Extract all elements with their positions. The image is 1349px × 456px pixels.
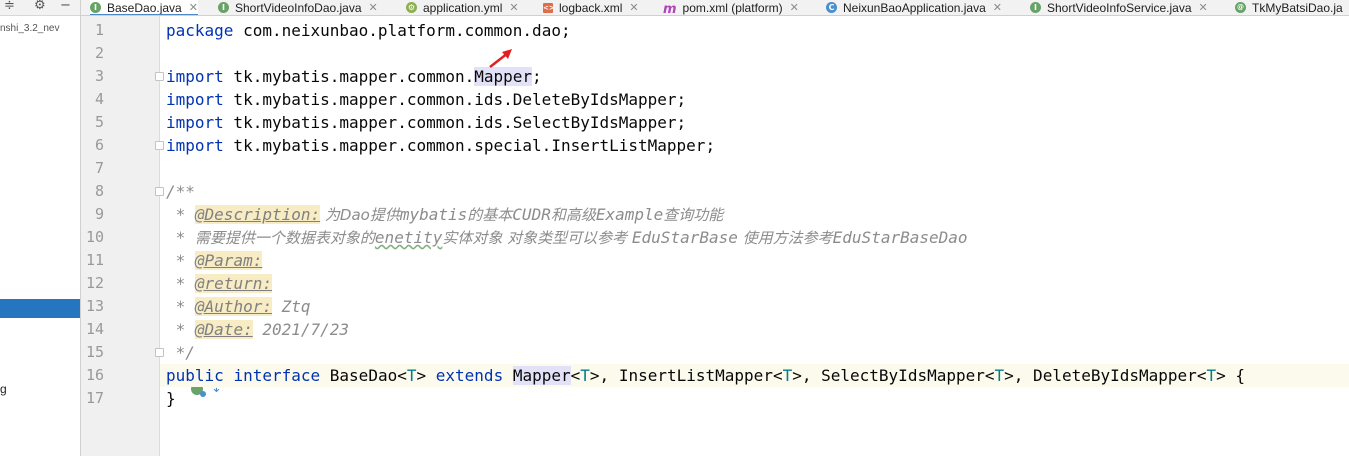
- tab-label: BaseDao.java: [107, 0, 182, 15]
- code-line-15: */: [166, 343, 195, 362]
- project-toolbar: ≑ ⚙ −: [0, 0, 80, 16]
- line-number: 16: [85, 366, 104, 384]
- line-number: 17: [85, 389, 104, 407]
- code-line-9: * @Description: 为Dao提供mybatis的基本CUDR和高级E…: [166, 205, 724, 224]
- line-number: 7: [94, 159, 104, 177]
- tab-label: TkMyBatsiDao.ja: [1252, 0, 1343, 15]
- close-icon[interactable]: ✕: [369, 1, 378, 14]
- line-number: 9: [94, 205, 104, 223]
- gear-icon[interactable]: ⚙: [34, 0, 46, 13]
- code-line-13: * @Author: Ztq: [166, 297, 311, 316]
- project-panel: ≑ ⚙ − nshi_3.2_nev g: [0, 0, 81, 456]
- project-tree-item-fragment[interactable]: g: [0, 382, 7, 396]
- line-number: 14: [85, 320, 104, 338]
- line-number: 2: [94, 44, 104, 62]
- code-line-3: import tk.mybatis.mapper.common.Mapper;: [166, 67, 542, 86]
- code-editor[interactable]: package com.neixunbao.platform.common.da…: [160, 16, 1349, 456]
- project-tree-item[interactable]: nshi_3.2_nev: [0, 23, 60, 34]
- interface-icon: I: [90, 2, 101, 13]
- tab-label: pom.xml (platform): [682, 0, 783, 15]
- collapse-icon[interactable]: ≑: [4, 0, 15, 13]
- code-line-8: /**: [166, 182, 195, 201]
- tab-pom-xml[interactable]: m pom.xml (platform) ✕: [663, 0, 799, 16]
- yaml-icon: ⚙: [406, 2, 417, 13]
- code-line-12: * @return:: [166, 274, 272, 293]
- annotation-arrow-icon: [489, 49, 512, 68]
- line-number: 12: [85, 274, 104, 292]
- tab-label: application.yml: [423, 0, 503, 15]
- editor-gutter[interactable]: 1 2 3 4 5 6 7 8 9 10 11 12 13 14 15 16 1…: [81, 16, 222, 456]
- tab-shortvideoinfodao[interactable]: I ShortVideoInfoDao.java ✕: [218, 0, 378, 15]
- minimize-icon[interactable]: −: [60, 0, 71, 13]
- code-line-4: import tk.mybatis.mapper.common.ids.Dele…: [166, 90, 687, 109]
- tab-application-yml[interactable]: ⚙ application.yml ✕: [406, 0, 519, 15]
- editor-tab-bar: I BaseDao.java ✕ I ShortVideoInfoDao.jav…: [81, 0, 1349, 16]
- close-icon[interactable]: ✕: [993, 1, 1002, 14]
- code-line-11: * @Param:: [166, 251, 263, 270]
- tab-label: ShortVideoInfoDao.java: [235, 0, 362, 15]
- code-line-10: * 需要提供一个数据表对象的enetity实体对象 对象类型可以参考 EduSt…: [166, 228, 968, 247]
- tab-logback-xml[interactable]: <> logback.xml ✕: [543, 0, 639, 15]
- tab-label: NeixunBaoApplication.java: [843, 0, 986, 15]
- line-number: 10: [85, 228, 104, 246]
- tab-neixunbaoapplication[interactable]: C NeixunBaoApplication.java ✕: [826, 0, 1002, 15]
- tab-label: ShortVideoInfoService.java: [1047, 0, 1192, 15]
- project-tree-selected-row[interactable]: [0, 299, 80, 318]
- code-line-1: package com.neixunbao.platform.common.da…: [166, 21, 571, 40]
- line-number: 15: [85, 343, 104, 361]
- line-number: 5: [94, 113, 104, 131]
- code-line-16: public interface BaseDao<T> extends Mapp…: [166, 366, 1245, 385]
- code-line-5: import tk.mybatis.mapper.common.ids.Sele…: [166, 113, 687, 132]
- line-number: 1: [94, 21, 104, 39]
- line-number: 11: [85, 251, 104, 269]
- annotation-icon: @: [1235, 2, 1246, 13]
- class-icon: C: [826, 2, 837, 13]
- close-icon[interactable]: ✕: [189, 1, 198, 14]
- tab-basedao[interactable]: I BaseDao.java ✕: [90, 0, 198, 15]
- tab-tkmybatsidao[interactable]: @ TkMyBatsiDao.ja: [1235, 0, 1343, 15]
- code-line-17: }: [166, 389, 176, 408]
- xml-icon: <>: [543, 2, 555, 13]
- close-icon[interactable]: ✕: [790, 1, 799, 14]
- line-number: 8: [94, 182, 104, 200]
- line-number: 3: [94, 67, 104, 85]
- line-number: 13: [85, 297, 104, 315]
- close-icon[interactable]: ✕: [509, 1, 518, 14]
- interface-icon: I: [1030, 2, 1041, 13]
- tab-shortvideoinfoservice[interactable]: I ShortVideoInfoService.java ✕: [1030, 0, 1208, 15]
- close-icon[interactable]: ✕: [629, 1, 638, 14]
- code-line-6: import tk.mybatis.mapper.common.special.…: [166, 136, 716, 155]
- line-number: 4: [94, 90, 104, 108]
- maven-icon: m: [663, 2, 677, 16]
- tab-label: logback.xml: [559, 0, 623, 15]
- line-number: 6: [94, 136, 104, 154]
- close-icon[interactable]: ✕: [1199, 1, 1208, 14]
- code-line-14: * @Date: 2021/7/23: [166, 320, 350, 339]
- interface-icon: I: [218, 2, 229, 13]
